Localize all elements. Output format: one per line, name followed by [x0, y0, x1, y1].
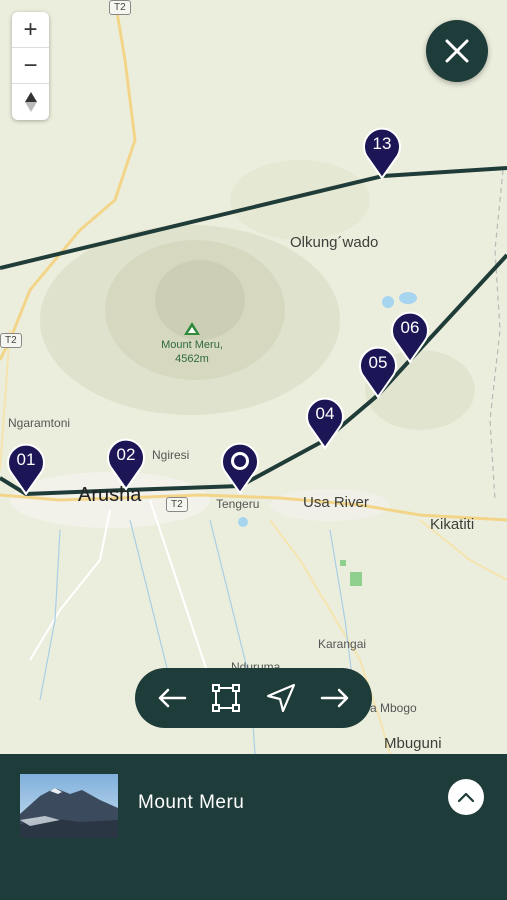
peak-name: Mount Meru,: [161, 339, 223, 351]
route-stop-pin[interactable]: 04: [305, 396, 345, 450]
route-stop-pin-selected[interactable]: [220, 441, 260, 495]
fit-bounds-button[interactable]: [206, 678, 246, 718]
pin-number: 02: [116, 445, 136, 464]
route-stop-pin[interactable]: 13: [362, 126, 402, 180]
next-stop-button[interactable]: [315, 678, 355, 718]
previous-stop-button[interactable]: [152, 678, 192, 718]
map-base-layer: [0, 0, 507, 754]
zoom-out-button[interactable]: −: [12, 48, 49, 84]
place-label-mbuguni: Mbuguni: [384, 735, 442, 752]
compass-icon: [24, 91, 37, 112]
route-stop-pin[interactable]: 01: [6, 442, 46, 496]
pin-number: 06: [400, 318, 420, 337]
road-shield-t2: T2: [0, 333, 22, 348]
road-shield-t2: T2: [109, 0, 131, 15]
arrow-left-icon: [158, 688, 187, 708]
place-label-ngaramtoni: Ngaramtoni: [8, 416, 71, 430]
place-label-kikatiti: Kikatiti: [430, 516, 475, 533]
place-label-ngiresi: Ngiresi: [152, 448, 190, 462]
peak-elevation: 4562m: [175, 353, 209, 365]
expand-panel-button[interactable]: [448, 779, 484, 815]
navigation-arrow-icon: [266, 683, 295, 713]
peak-label-mount-meru: Mount Meru, 4562m: [150, 338, 234, 366]
fit-bounds-icon: [212, 684, 241, 712]
map-canvas[interactable]: Olkung´wado Mount Meru, 4562m Ngaramtoni…: [0, 0, 507, 754]
locate-button[interactable]: [261, 678, 301, 718]
zoom-controls: + −: [12, 12, 49, 120]
place-label-olkungwado: Olkung´wado: [290, 234, 379, 251]
arrow-right-icon: [320, 688, 349, 708]
close-button[interactable]: [426, 20, 488, 82]
place-label-tengeru: Tengeru: [216, 497, 260, 511]
zoom-in-button[interactable]: +: [12, 12, 49, 48]
map-navigation-bar: [135, 668, 372, 728]
place-label-usa-river: Usa River: [303, 494, 369, 511]
place-label-mbogo: a Mbogo: [370, 701, 417, 715]
map-pin-selected-icon: [221, 442, 259, 495]
close-icon: [445, 39, 469, 63]
stop-title: Mount Meru: [138, 792, 245, 813]
pin-number: 13: [372, 134, 392, 153]
stop-details-panel[interactable]: Mount Meru: [0, 754, 507, 900]
mountain-photo-image: [20, 774, 118, 838]
stop-thumbnail[interactable]: [20, 774, 118, 838]
place-label-karangai: Karangai: [318, 637, 367, 651]
compass-button[interactable]: [12, 84, 49, 119]
pin-number: 01: [16, 450, 36, 469]
route-stop-pin[interactable]: 02: [106, 437, 146, 491]
chevron-up-icon: [457, 792, 475, 803]
route-stop-pin[interactable]: 06: [390, 310, 430, 364]
road-shield-t2: T2: [166, 497, 188, 512]
pin-number: 04: [315, 404, 335, 423]
